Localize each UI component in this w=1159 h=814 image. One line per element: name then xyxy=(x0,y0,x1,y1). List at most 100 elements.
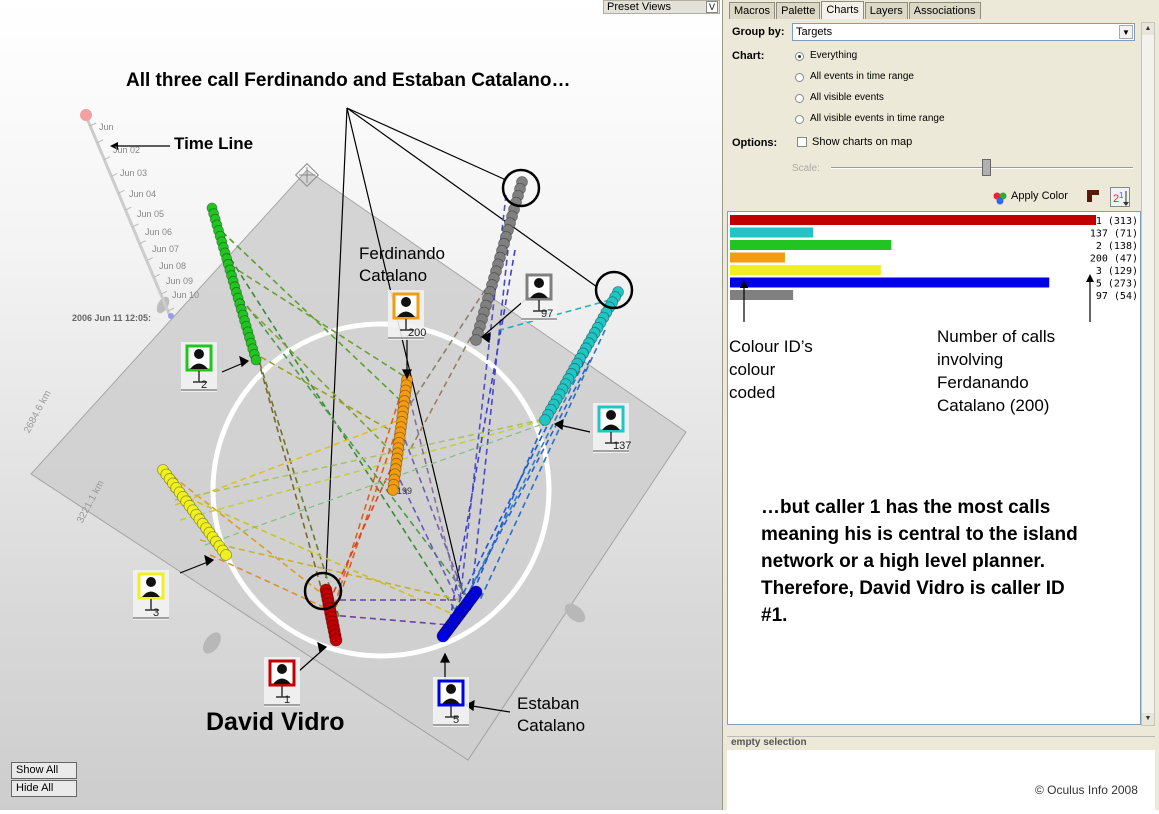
bar-caller-1 xyxy=(730,215,1096,225)
side-panel: Macros Palette Charts Layers Association… xyxy=(722,0,1159,810)
timeline-tick-label: Jun 05 xyxy=(137,209,165,219)
bar-caller-200 xyxy=(730,252,785,263)
event-sphere xyxy=(436,629,450,643)
timeline-tick-label: Jun 10 xyxy=(172,290,200,300)
show-charts-label: Show charts on map xyxy=(812,136,913,148)
group-by-value: Targets xyxy=(796,26,833,38)
preset-views-toggle[interactable]: V xyxy=(706,1,718,13)
chevron-down-icon[interactable]: ▼ xyxy=(1119,25,1133,39)
person-icon xyxy=(446,684,456,694)
event-sphere xyxy=(539,414,551,426)
tab-layers[interactable]: Layers xyxy=(864,2,908,19)
person-icon xyxy=(194,349,204,359)
annotation-line: Catalano (200) xyxy=(937,396,1050,415)
selection-status: empty selection xyxy=(727,736,1155,750)
bar-caller-3 xyxy=(730,265,881,275)
node-id-label: 2 xyxy=(201,379,207,391)
svg-text:1: 1 xyxy=(1119,191,1124,200)
bar-label: 137 (71) xyxy=(1090,229,1138,240)
bar-label: 3 (129) xyxy=(1096,266,1138,277)
event-sphere xyxy=(220,549,232,561)
options-label: Options: xyxy=(732,137,778,149)
preset-views-label: Preset Views xyxy=(607,1,671,13)
annotation-line: coded xyxy=(729,383,776,402)
timeline-tick-label: Jun xyxy=(99,122,114,132)
radio-everything[interactable] xyxy=(795,52,804,61)
person-node-137[interactable]: 137 xyxy=(593,403,631,453)
node-id-label: 97 xyxy=(541,308,553,320)
tab-charts[interactable]: Charts xyxy=(821,1,864,19)
bar-label: 5 (273) xyxy=(1096,279,1138,290)
timeline-tick-label: Jun 07 xyxy=(152,244,180,254)
scrollbar[interactable]: ▲ ▼ xyxy=(1141,22,1155,726)
apply-color-button[interactable]: Apply Color xyxy=(1011,190,1068,202)
bar-caller-97 xyxy=(730,290,794,300)
ferdinando-label-line: Catalano xyxy=(359,266,428,285)
annotation-line: involving xyxy=(937,350,1004,369)
event-sphere xyxy=(329,633,343,647)
node-id-label: 199 xyxy=(397,486,412,496)
radio-visible-events[interactable] xyxy=(795,94,804,103)
node-id-label: 5 xyxy=(453,714,459,726)
radio-events-in-range[interactable] xyxy=(795,73,804,82)
bar-label: 2 (138) xyxy=(1096,241,1138,252)
node-id-label: 1 xyxy=(284,694,290,706)
timeline-tick xyxy=(167,307,175,312)
person-node-200[interactable]: 200 xyxy=(388,290,426,340)
show-charts-checkbox[interactable] xyxy=(797,137,807,147)
estaban-label-line: Catalano xyxy=(517,716,586,735)
hide-all-button[interactable]: Hide All xyxy=(11,780,77,797)
tab-macros[interactable]: Macros xyxy=(729,2,776,19)
color-palette-icon xyxy=(993,192,1007,205)
bar-label: 97 (54) xyxy=(1096,291,1138,302)
colour-id-annotation: Colour ID’s colour coded xyxy=(729,335,813,404)
timeline-tick-label: Jun 03 xyxy=(120,168,148,178)
estaban-label: Estaban Catalano xyxy=(517,693,585,737)
radio-visible-in-range[interactable] xyxy=(795,115,804,124)
annotation-line: Ferdanando xyxy=(937,373,1029,392)
person-node-3[interactable]: 3 xyxy=(133,570,169,620)
timeline-tick-label: Jun 02 xyxy=(113,145,141,155)
headline-annotation: All three call Ferdinando and Estaban Ca… xyxy=(126,70,571,91)
bar-chart: 1 (313) 137 (71)2 (138) 200 (47)3 (129) 5 (… xyxy=(730,215,1138,322)
estaban-label-line: Estaban xyxy=(517,694,580,713)
chart-option-label: All visible events in time range xyxy=(810,113,945,124)
number-of-calls-annotation: Number of calls involving Ferdanando Cat… xyxy=(937,325,1055,417)
current-time-label: 2006 Jun 11 12:05: xyxy=(72,313,152,323)
chart-label: Chart: xyxy=(732,50,765,62)
shadow-blob xyxy=(203,632,221,654)
person-node-2[interactable]: 2 xyxy=(181,342,217,392)
node-id-label: 137 xyxy=(613,440,631,452)
bar-caller-5 xyxy=(730,277,1050,288)
annotation-line: Number of calls xyxy=(937,327,1056,346)
tab-palette[interactable]: Palette xyxy=(776,2,821,19)
selection-details xyxy=(727,750,1155,810)
person-icon xyxy=(534,278,544,288)
person-node-97[interactable]: 97 xyxy=(521,271,557,321)
bar-chart-area: 1 (313) 137 (71) 2 (138) 200 (47) 3 (129) 5 (… xyxy=(727,211,1141,725)
chart-type-icon[interactable] xyxy=(1084,187,1102,205)
ferdinando-label: Ferdinando Catalano xyxy=(359,243,445,287)
group-by-select[interactable]: Targets ▼ xyxy=(792,23,1135,41)
group-by-label: Group by: xyxy=(732,26,785,38)
show-all-button[interactable]: Show All xyxy=(11,762,77,779)
bar-caller-137 xyxy=(730,227,814,238)
node-id-label: 200 xyxy=(408,327,426,339)
chart-option-label: All visible events xyxy=(810,92,884,103)
map-3d-view[interactable]: 2 200 97 137 3 1 5 199 All three call Ferdinand… xyxy=(0,0,722,810)
person-node-5[interactable]: 5 xyxy=(433,677,469,727)
copyright-text: © Oculus Info 2008 xyxy=(1035,783,1138,797)
sort-icon[interactable]: 2 1 xyxy=(1110,187,1130,207)
bar-caller-2 xyxy=(730,240,892,250)
timeline-start-marker xyxy=(80,109,92,121)
bar-label: 200 (47) xyxy=(1090,254,1138,265)
preset-views-dropdown[interactable]: Preset Views V xyxy=(603,0,720,14)
conclusion-annotation: …but caller 1 has the most calls meaning… xyxy=(761,497,1078,626)
scroll-up-icon[interactable]: ▲ xyxy=(1142,23,1154,35)
scale-slider-thumb[interactable] xyxy=(982,159,991,176)
scroll-down-icon[interactable]: ▼ xyxy=(1142,713,1154,725)
person-node-1[interactable]: 1 xyxy=(264,657,300,707)
scale-label: Scale: xyxy=(792,163,820,174)
person-icon xyxy=(277,664,287,674)
tab-associations[interactable]: Associations xyxy=(908,2,981,19)
